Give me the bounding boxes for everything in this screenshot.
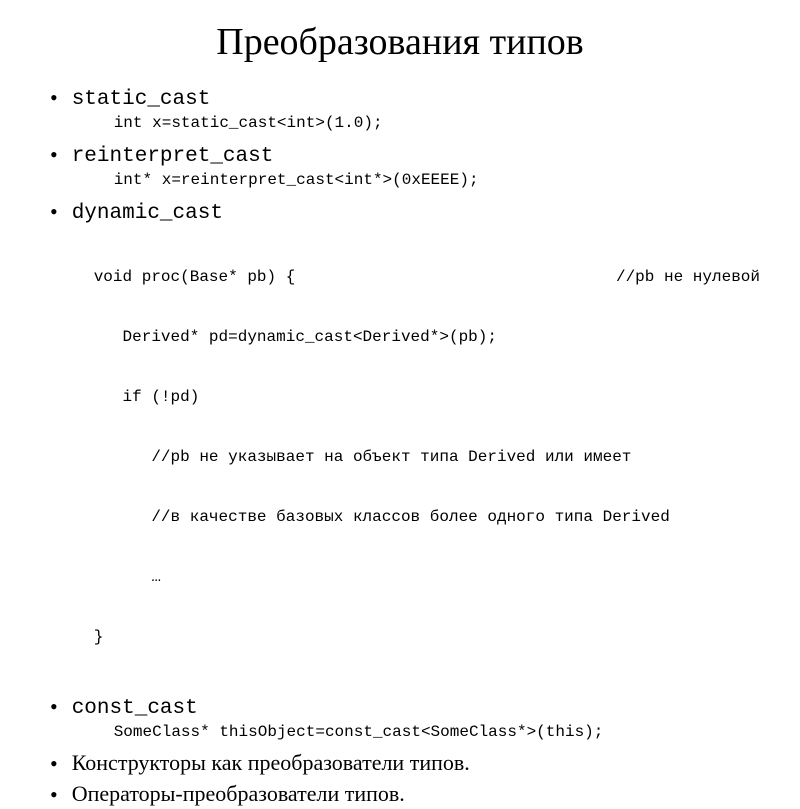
cast-name: dynamic_cast	[72, 202, 223, 225]
list-item: static_cast int x=static_cast<int>(1.0);	[50, 84, 760, 139]
code-comment: //pb не нулевой	[616, 267, 760, 287]
code-line: }	[94, 627, 760, 647]
code-line: void proc(Base* pb) {	[94, 267, 296, 287]
code-line: if (!pd)	[94, 387, 760, 407]
code-block: SomeClass* thisObject=const_cast<SomeCla…	[72, 722, 760, 742]
list-item: Конструкторы как преобразователи типов.	[50, 750, 760, 779]
bullet-list: static_cast int x=static_cast<int>(1.0);…	[40, 84, 760, 809]
code-line: Derived* pd=dynamic_cast<Derived*>(pb);	[94, 327, 760, 347]
cast-name: const_cast	[72, 697, 198, 720]
code-line: …	[94, 567, 760, 587]
list-item: reinterpret_cast int* x=reinterpret_cast…	[50, 141, 760, 196]
code-line: //pb не указывает на объект типа Derived…	[94, 447, 760, 467]
bullet-text: Операторы-преобразователи типов.	[72, 781, 405, 806]
list-item: dynamic_cast void proc(Base* pb) { //pb …	[50, 198, 760, 691]
list-item: const_cast SomeClass* thisObject=const_c…	[50, 693, 760, 748]
cast-name: reinterpret_cast	[72, 145, 274, 168]
code-block: void proc(Base* pb) { //pb не нулевой De…	[72, 227, 760, 687]
code-block: int x=static_cast<int>(1.0);	[72, 113, 760, 133]
cast-name: static_cast	[72, 88, 211, 111]
code-block: int* x=reinterpret_cast<int*>(0xEEEE);	[72, 170, 760, 190]
bullet-text: Конструкторы как преобразователи типов.	[72, 750, 470, 775]
list-item: Операторы-преобразователи типов.	[50, 781, 760, 809]
code-line: //в качестве базовых классов более одног…	[94, 507, 760, 527]
slide-content: static_cast int x=static_cast<int>(1.0);…	[40, 84, 760, 809]
slide-title: Преобразования типов	[40, 20, 760, 64]
